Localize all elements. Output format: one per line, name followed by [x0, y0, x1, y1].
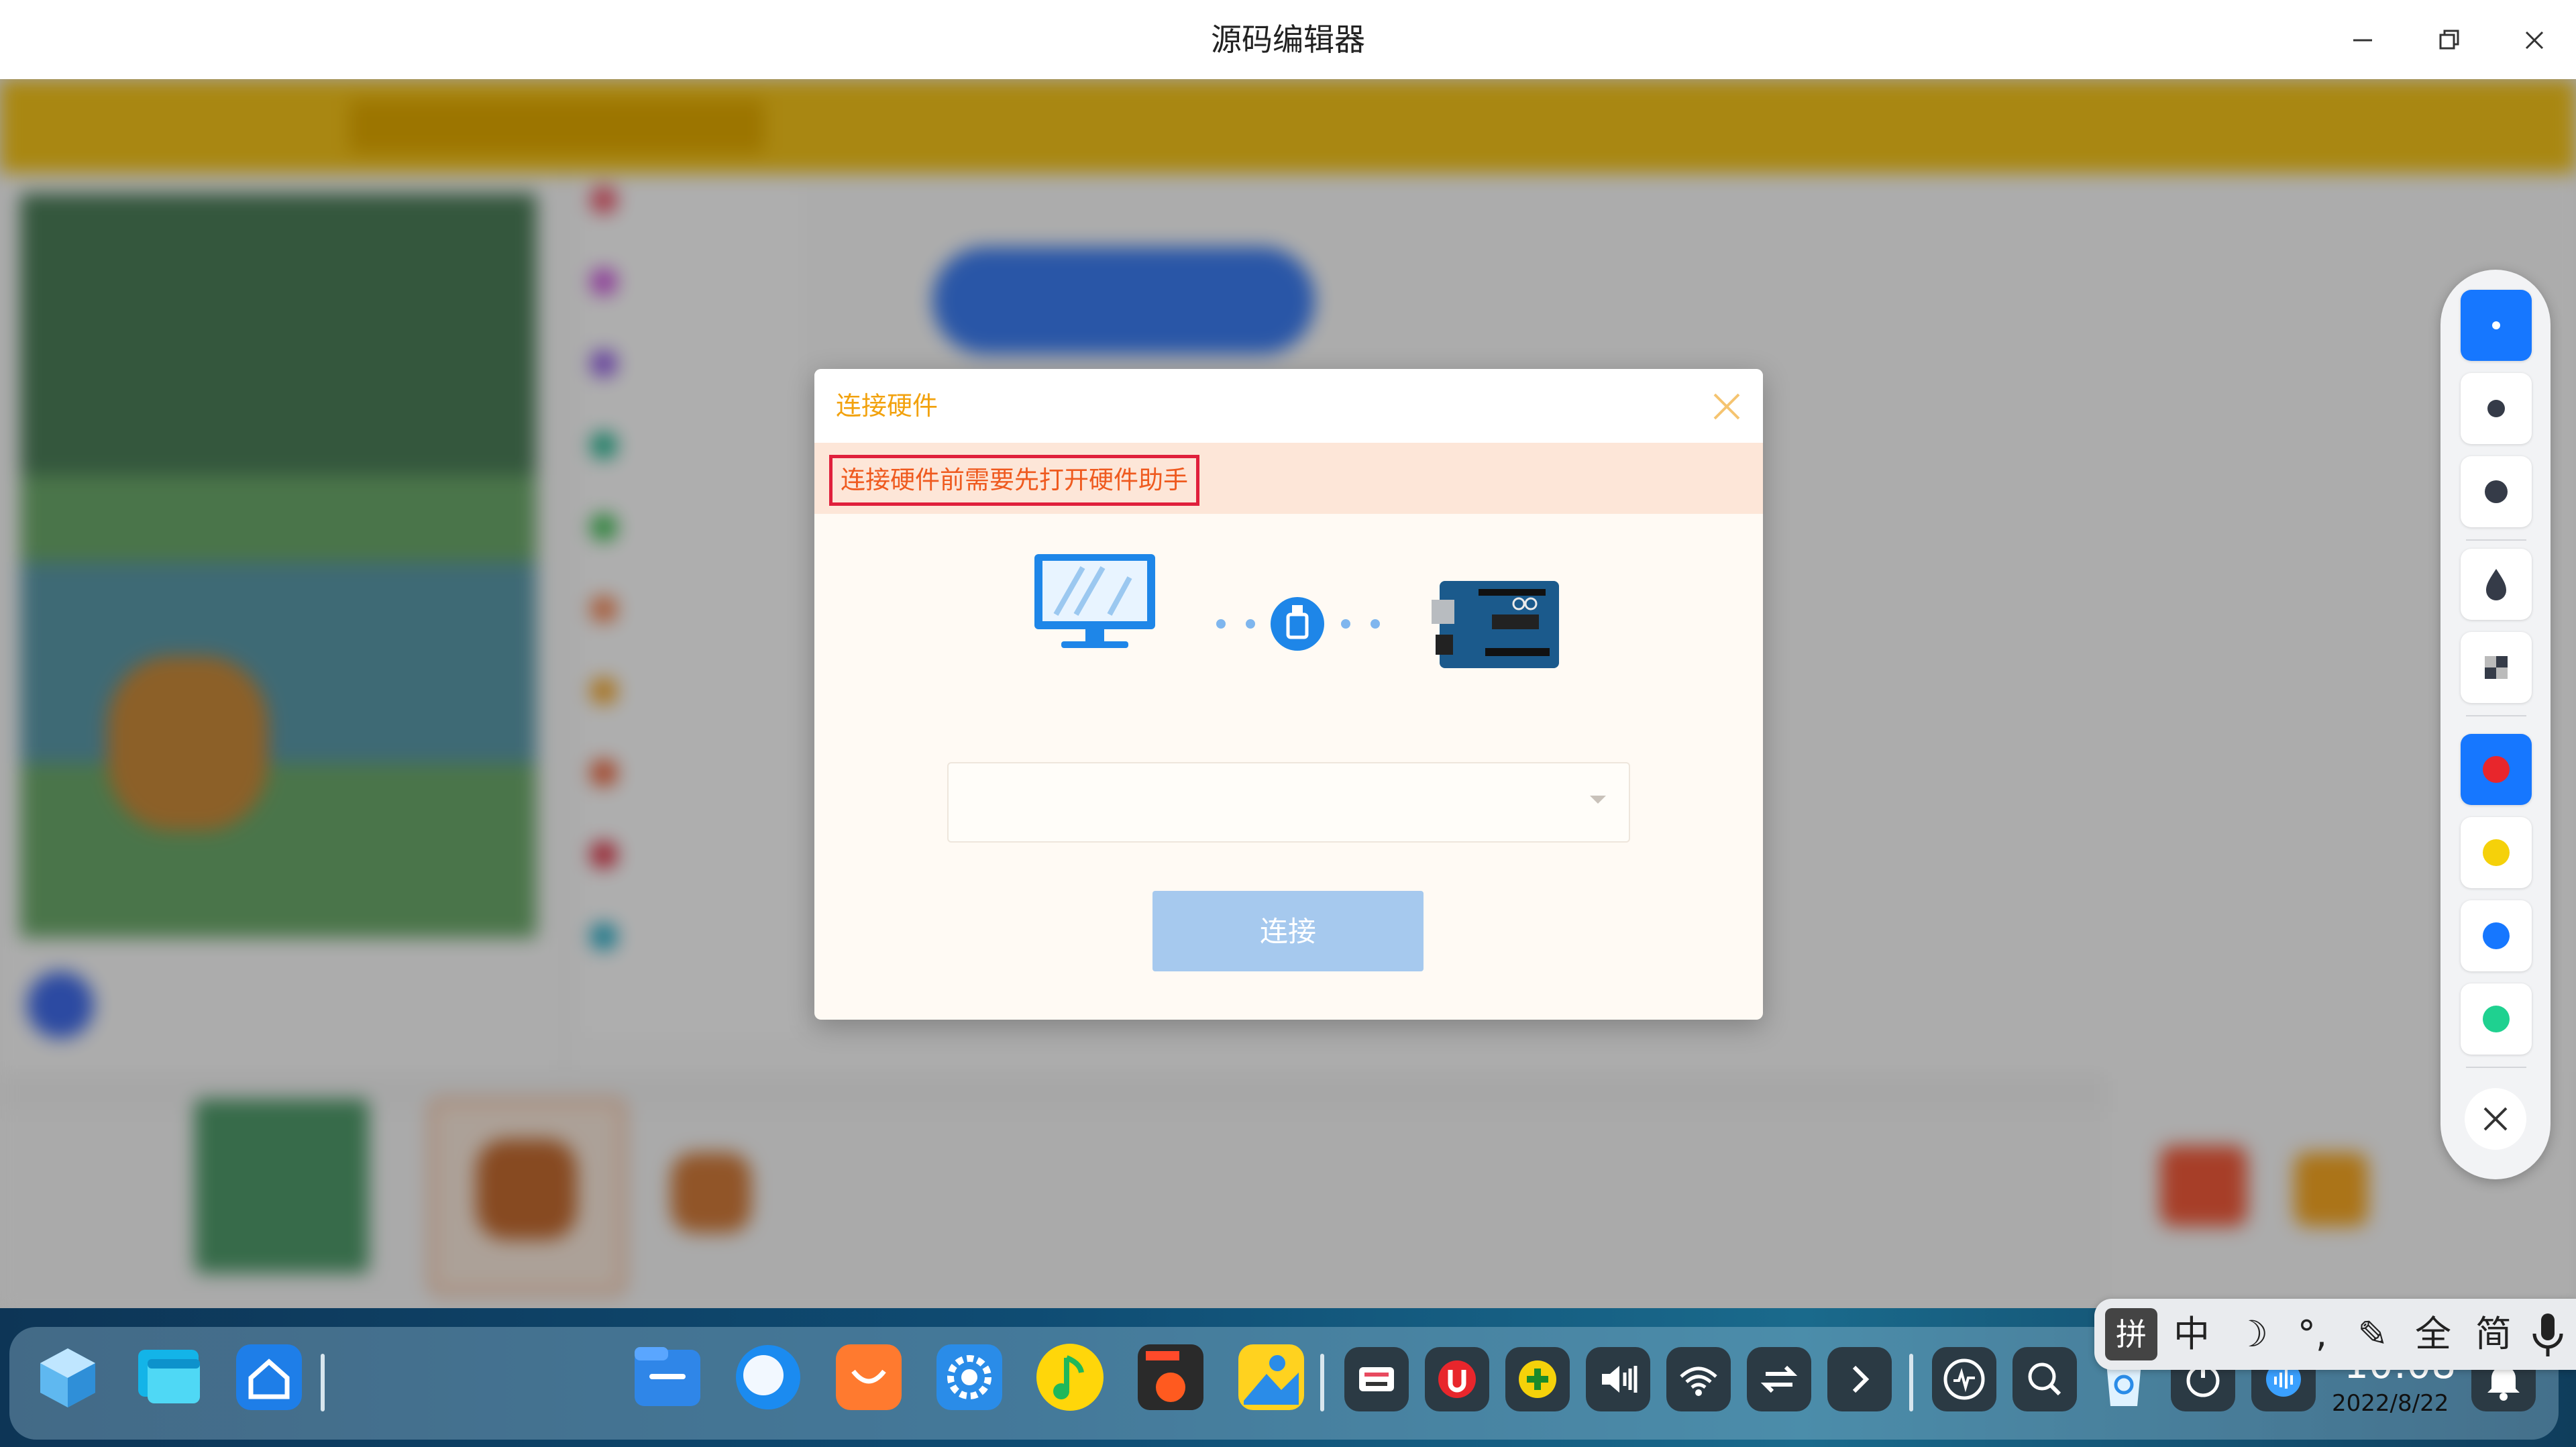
microphone-icon[interactable]: [2528, 1309, 2568, 1360]
wifi-tray[interactable]: [1666, 1347, 1731, 1411]
pen-medium-button[interactable]: [2461, 373, 2532, 444]
color-green-swatch: [2483, 1006, 2510, 1032]
warning-message: 连接硬件前需要先打开硬件助手: [829, 455, 1199, 506]
color-yellow-button[interactable]: [2461, 817, 2532, 888]
image-viewer-icon: [1238, 1344, 1304, 1410]
port-select[interactable]: [947, 762, 1630, 843]
ime-pinyin-key[interactable]: 拼: [2105, 1308, 2157, 1360]
pen-medium-icon: [2487, 400, 2505, 417]
ink-drop-button[interactable]: [2461, 549, 2532, 620]
search-tray[interactable]: [2012, 1347, 2077, 1411]
color-red-button[interactable]: [2461, 734, 2532, 805]
restore-button[interactable]: [2427, 19, 2470, 62]
ime-chinese-key[interactable]: 中: [2165, 1308, 2218, 1360]
eraser-pattern-icon: [2485, 656, 2508, 679]
music-icon: [1036, 1344, 1104, 1411]
expand-tray[interactable]: [1827, 1347, 1892, 1411]
image-viewer-app[interactable]: [1234, 1340, 1308, 1414]
home-icon: [236, 1344, 302, 1410]
file-manager-app[interactable]: [631, 1340, 704, 1414]
dialog-title: 连接硬件: [836, 391, 938, 421]
pen-large-icon: [2485, 480, 2508, 503]
pen-small-button[interactable]: [2461, 290, 2532, 361]
music-app[interactable]: [1033, 1340, 1107, 1414]
color-blue-swatch: [2483, 922, 2510, 949]
windows-launcher[interactable]: [131, 1340, 205, 1414]
search-icon: [2028, 1362, 2061, 1396]
cube-launcher[interactable]: [31, 1340, 105, 1414]
close-window-button[interactable]: [2513, 19, 2556, 62]
wifi-icon: [1680, 1366, 1717, 1396]
browser-icon: [736, 1345, 800, 1409]
monitor-wave-tray[interactable]: [1932, 1347, 1996, 1411]
connect-button[interactable]: 连接: [1152, 891, 1424, 971]
keyboard-tray[interactable]: [1344, 1347, 1409, 1411]
close-icon: [2525, 31, 2544, 50]
home-launcher[interactable]: [232, 1340, 306, 1414]
windows-icon: [138, 1350, 200, 1403]
arduino-board-icon: [1432, 581, 1559, 668]
pen-icon[interactable]: ✎: [2347, 1308, 2399, 1360]
ime-punctuation-key[interactable]: °,: [2286, 1308, 2339, 1360]
cube-icon: [40, 1348, 95, 1407]
settings-app[interactable]: [932, 1340, 1006, 1414]
input-method-bar: 拼 中 ☽ °, ✎ 全 简: [2094, 1299, 2576, 1370]
minimize-icon: [2353, 39, 2372, 42]
pen-small-icon: [2492, 321, 2500, 329]
volume-tray[interactable]: [1586, 1347, 1650, 1411]
warning-banner: 连接硬件前需要先打开硬件助手: [814, 443, 1763, 514]
window-title-bar: 源码编辑器: [0, 0, 2576, 80]
monitor-icon: [1034, 554, 1155, 648]
close-icon[interactable]: [1708, 388, 1746, 425]
restore-icon: [2439, 30, 2459, 50]
volume-icon: [1602, 1366, 1638, 1393]
color-red-swatch: [2483, 756, 2510, 783]
connect-hardware-dialog: 连接硬件 连接硬件前需要先打开硬件助手 连接: [814, 369, 1763, 1020]
window-title: 源码编辑器: [1211, 21, 1365, 58]
u-tray[interactable]: [1425, 1347, 1489, 1411]
dialog-header: 连接硬件: [814, 369, 1763, 443]
moon-icon[interactable]: ☽: [2226, 1308, 2278, 1360]
transfer-tray[interactable]: [1747, 1347, 1811, 1411]
transfer-icon: [1760, 1365, 1798, 1393]
chevron-right-icon: [1852, 1365, 1870, 1393]
connection-illustration: [1034, 554, 1559, 668]
clock-date: 2022/8/22: [2332, 1390, 2449, 1417]
u-icon: [1438, 1360, 1476, 1398]
color-blue-button[interactable]: [2461, 900, 2532, 971]
color-yellow-swatch: [2483, 839, 2510, 866]
keyboard-icon: [1359, 1367, 1394, 1391]
browser-app[interactable]: [731, 1340, 805, 1414]
cpu-monitor-icon: [1138, 1344, 1203, 1410]
cpu-monitor-app[interactable]: [1134, 1340, 1208, 1414]
usb-plug-icon: [1271, 597, 1324, 651]
close-toolbar-button[interactable]: [2465, 1088, 2526, 1150]
file-manager-icon: [635, 1347, 700, 1406]
app-store-app[interactable]: [832, 1340, 906, 1414]
eraser-pattern-button[interactable]: [2461, 632, 2532, 703]
monitor-wave-icon: [1943, 1358, 1985, 1400]
color-green-button[interactable]: [2461, 983, 2532, 1055]
plus-icon: [1519, 1360, 1556, 1398]
ink-drop-icon: [2486, 569, 2506, 600]
settings-icon: [936, 1344, 1002, 1410]
annotation-toolbar: [2440, 270, 2551, 1179]
close-icon: [2483, 1107, 2508, 1131]
plus-tray[interactable]: [1505, 1347, 1570, 1411]
minimize-button[interactable]: [2341, 19, 2384, 62]
pen-large-button[interactable]: [2461, 456, 2532, 527]
ime-simplified-key[interactable]: 简: [2467, 1308, 2520, 1360]
app-store-icon: [836, 1344, 902, 1410]
ime-fullwidth-key[interactable]: 全: [2407, 1308, 2459, 1360]
